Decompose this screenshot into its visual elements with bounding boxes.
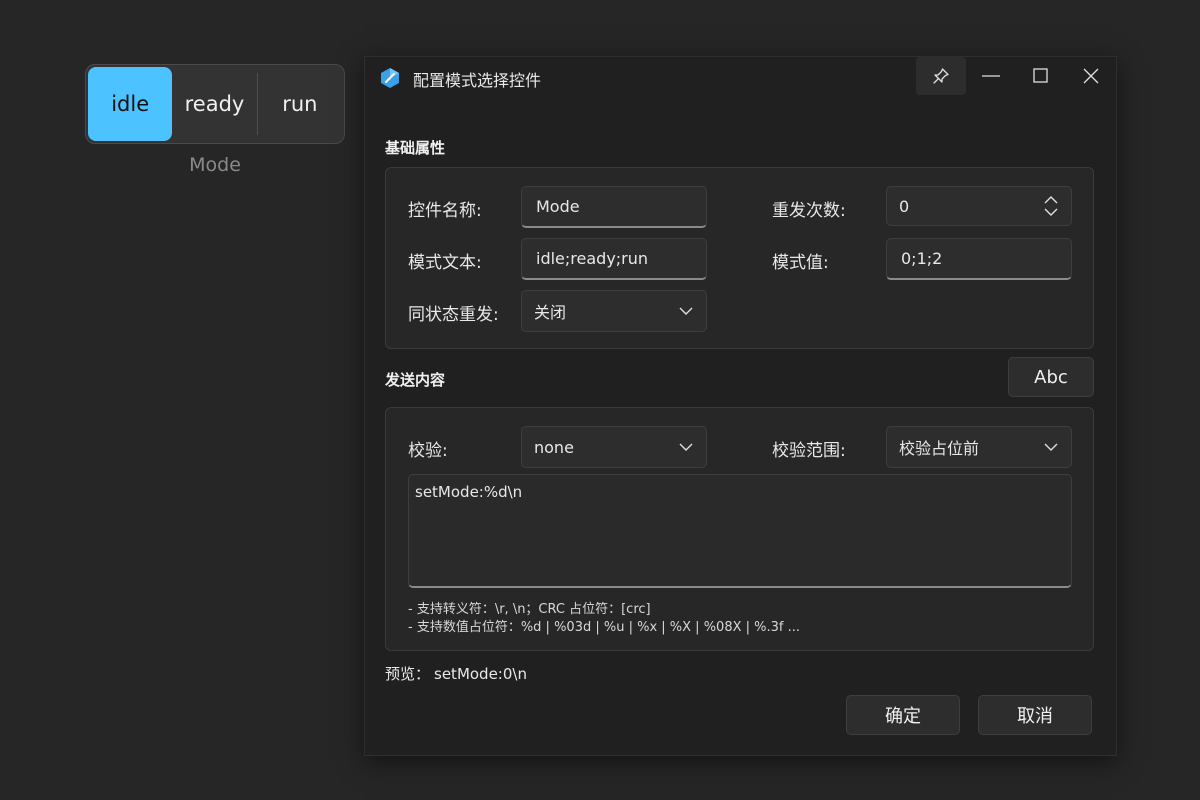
mode-selector[interactable]: idle ready run [85, 64, 345, 144]
mode-text-label: 模式文本: [408, 253, 482, 273]
mode-text-input[interactable]: idle;ready;run [521, 238, 707, 280]
mode-option-idle[interactable]: idle [88, 67, 173, 141]
mode-value-input[interactable]: 0;1;2 [886, 238, 1072, 280]
close-button[interactable] [1066, 57, 1116, 95]
same-state-combo[interactable]: 关闭 [521, 290, 707, 332]
send-section-title: 发送内容 [385, 371, 446, 389]
chevron-down-icon [1044, 443, 1058, 451]
name-input[interactable]: Mode [521, 186, 707, 228]
spin-arrows-icon[interactable] [1043, 195, 1059, 217]
mode-option-run[interactable]: run [258, 67, 342, 141]
same-state-value: 关闭 [534, 303, 567, 322]
checksum-value: none [534, 437, 574, 457]
preview-value: setMode:0\n [434, 665, 527, 683]
mode-value-label: 模式值: [772, 253, 829, 273]
name-label: 控件名称: [408, 201, 482, 221]
range-label: 校验范围: [772, 441, 846, 461]
mode-option-ready[interactable]: ready [172, 67, 256, 141]
close-icon [1083, 68, 1099, 84]
repeat-value: 0 [899, 196, 910, 216]
checksum-combo[interactable]: none [521, 426, 707, 468]
config-dialog: 配置模式选择控件 基础属性 控件名称: Mode 重发次数: 0 模式文本: i… [364, 56, 1117, 756]
hint-placeholder: - 支持数值占位符：%d | %03d | %u | %x | %X | %08… [408, 620, 800, 635]
basic-section-title: 基础属性 [385, 139, 446, 157]
ok-button[interactable]: 确定 [846, 695, 960, 735]
range-combo[interactable]: 校验占位前 [886, 426, 1072, 468]
chevron-down-icon [679, 307, 693, 315]
cancel-button[interactable]: 取消 [978, 695, 1092, 735]
pin-button[interactable] [916, 57, 966, 95]
send-content-textarea[interactable]: setMode:%d\n [408, 474, 1072, 588]
titlebar: 配置模式选择控件 [365, 57, 1116, 97]
hint-escape: - 支持转义符：\r, \n；CRC 占位符：[crc] [408, 602, 651, 617]
send-group: 校验: none 校验范围: 校验占位前 setMode:%d\n - 支持转义… [385, 407, 1094, 651]
checksum-label: 校验: [408, 441, 448, 461]
range-value: 校验占位前 [899, 439, 980, 458]
app-icon [381, 68, 399, 88]
repeat-label: 重发次数: [772, 201, 846, 221]
pin-icon [933, 68, 949, 84]
repeat-spinbox[interactable]: 0 [886, 186, 1072, 226]
preview-label: 预览： [385, 665, 431, 683]
dialog-title: 配置模式选择控件 [413, 71, 542, 90]
minimize-button[interactable] [966, 57, 1016, 95]
basic-group: 控件名称: Mode 重发次数: 0 模式文本: idle;ready;run … [385, 167, 1094, 349]
maximize-icon [1033, 68, 1048, 83]
maximize-button[interactable] [1016, 57, 1066, 95]
format-abc-button[interactable]: Abc [1008, 357, 1094, 397]
mode-caption: Mode [189, 154, 241, 176]
chevron-down-icon [679, 443, 693, 451]
minimize-icon [982, 75, 1000, 77]
same-state-label: 同状态重发: [408, 305, 499, 325]
preview-line: 预览： setMode:0\n [385, 663, 527, 684]
